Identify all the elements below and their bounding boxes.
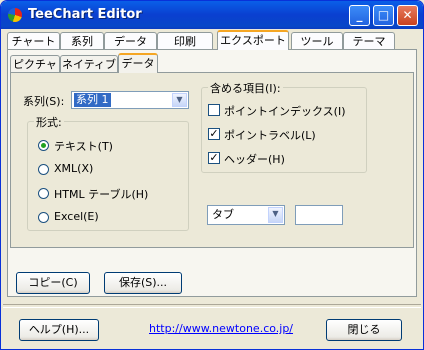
tab-data[interactable]: データ (104, 32, 157, 50)
series-combobox-value: 系列 1 (74, 93, 111, 107)
include-group-title: 含める項目(I): (208, 80, 283, 96)
custom-delimiter-input[interactable] (295, 205, 343, 225)
radio-html-table[interactable] (38, 188, 49, 199)
series-label: 系列(S): (23, 95, 65, 108)
maximize-button[interactable]: □ (373, 5, 394, 26)
help-button[interactable]: ヘルプ(H)... (19, 319, 99, 341)
radio-excel-label[interactable]: Excel(E) (54, 210, 99, 223)
save-button[interactable]: 保存(S)... (104, 272, 182, 294)
radio-excel[interactable] (38, 212, 49, 223)
checkbox-header[interactable]: ✓ (208, 152, 220, 164)
export-tab-panel: ピクチャ ネイティブ データ 系列(S): 系列 1 ▼ 形式: テキスト(T)… (7, 49, 417, 297)
checkbox-header-label[interactable]: ヘッダー(H) (224, 151, 285, 167)
window-title: TeeChart Editor (28, 7, 142, 22)
tab-series[interactable]: 系列 (60, 32, 104, 50)
checkbox-point-index-label[interactable]: ポイントインデックス(I) (224, 103, 346, 119)
website-link[interactable]: http://www.newtone.co.jp/ (149, 322, 293, 335)
title-bar[interactable]: TeeChart Editor _ □ ✕ (1, 1, 423, 29)
close-window-button[interactable]: ✕ (397, 5, 418, 26)
checkbox-point-labels-label[interactable]: ポイントラベル(L) (224, 127, 316, 143)
delimiter-combobox[interactable]: タブ ▼ (207, 205, 285, 225)
tab-theme[interactable]: テーマ (343, 32, 395, 50)
subtab-picture[interactable]: ピクチャ (10, 55, 60, 73)
subtab-native[interactable]: ネイティブ (60, 55, 118, 73)
tab-tools[interactable]: ツール (291, 32, 343, 50)
radio-xml-label[interactable]: XML(X) (54, 162, 93, 175)
checkbox-point-index[interactable] (208, 104, 220, 116)
copy-button[interactable]: コピー(C) (16, 272, 90, 294)
radio-html-table-label[interactable]: HTML テーブル(H) (54, 186, 148, 202)
teechart-logo-icon (8, 8, 22, 22)
divider (3, 304, 421, 308)
checkbox-point-labels[interactable]: ✓ (208, 128, 220, 140)
format-group-title: 形式: (34, 114, 64, 130)
chevron-down-icon[interactable]: ▼ (172, 93, 187, 107)
tab-export[interactable]: エクスポート (217, 30, 289, 50)
format-group: 形式: テキスト(T) XML(X) HTML テーブル(H) Excel(E) (27, 114, 189, 231)
subtab-data[interactable]: データ (118, 53, 158, 73)
radio-text[interactable] (38, 140, 49, 151)
minimize-button[interactable]: _ (349, 5, 370, 26)
tab-chart[interactable]: チャート (7, 32, 60, 50)
tab-print[interactable]: 印刷 (157, 32, 213, 50)
delimiter-combobox-value: タブ (212, 208, 234, 221)
data-subtab-panel: 系列(S): 系列 1 ▼ 形式: テキスト(T) XML(X) HTML テー… (10, 72, 414, 248)
teechart-editor-window: TeeChart Editor _ □ ✕ チャート 系列 データ 印刷 エクス… (0, 0, 424, 350)
include-group: 含める項目(I): ポイントインデックス(I) ✓ ポイントラベル(L) ✓ ヘ… (201, 80, 367, 173)
radio-xml[interactable] (38, 164, 49, 175)
series-combobox[interactable]: 系列 1 ▼ (71, 91, 189, 109)
chevron-down-icon[interactable]: ▼ (268, 207, 283, 223)
radio-text-label[interactable]: テキスト(T) (54, 138, 113, 154)
close-button[interactable]: 閉じる (326, 319, 402, 341)
